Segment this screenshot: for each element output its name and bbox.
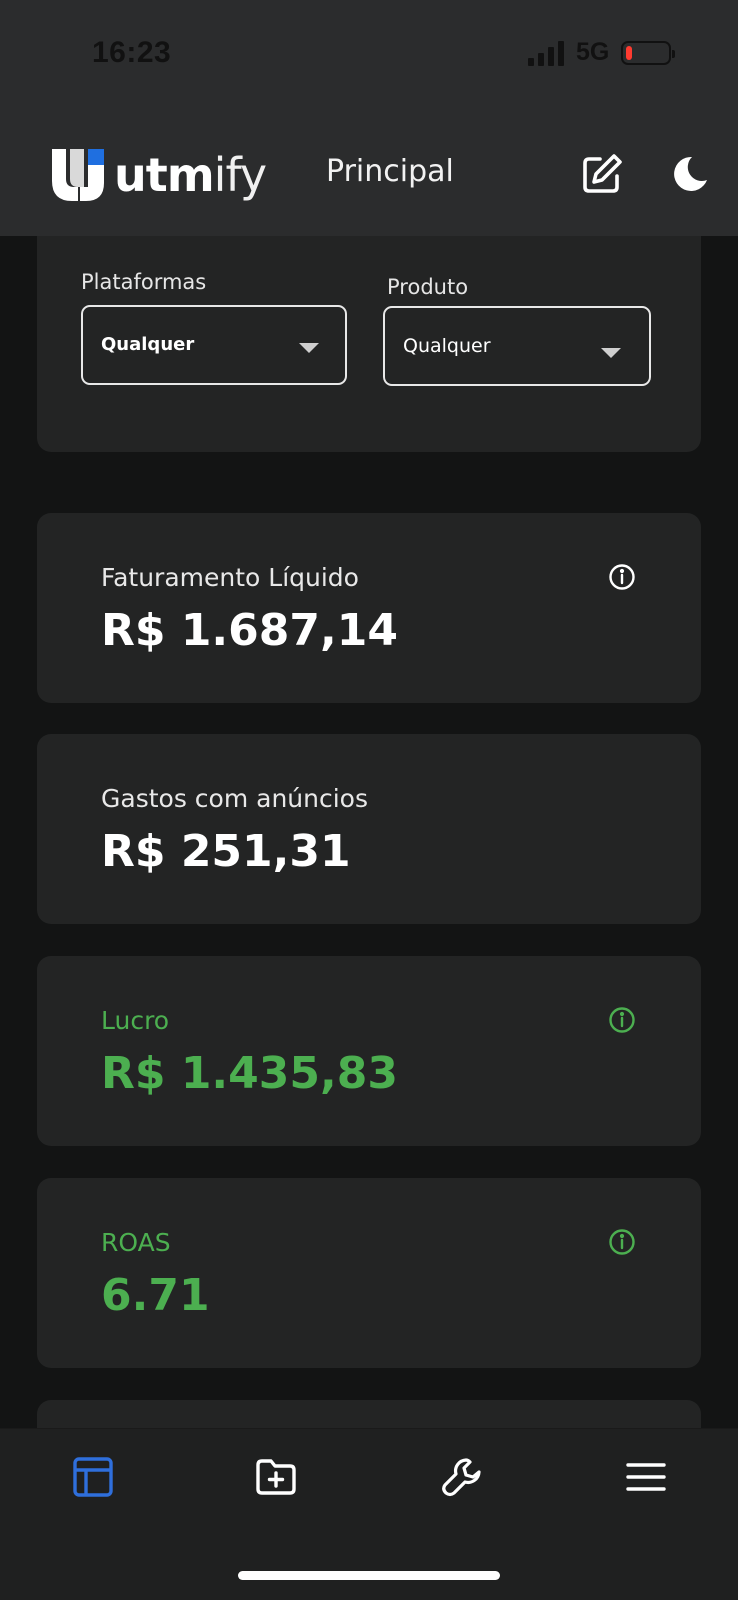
- metric-card-net-revenue: Faturamento Líquido R$ 1.687,14: [37, 513, 701, 703]
- utmify-logo-icon: [52, 149, 104, 201]
- logo-text: utmify: [114, 148, 267, 202]
- signal-icon: [528, 40, 564, 66]
- page-title: Principal: [326, 154, 454, 189]
- battery-icon: [621, 40, 676, 65]
- product-select[interactable]: Qualquer: [383, 306, 651, 386]
- metric-card-profit: Lucro R$ 1.435,83: [37, 956, 701, 1146]
- metric-label: Lucro: [101, 1006, 170, 1035]
- metric-card-ad-spend: Gastos com anúncios R$ 251,31: [37, 734, 701, 924]
- filters-card: Plataformas Qualquer Produto Qualquer: [37, 236, 701, 452]
- chevron-down-icon: [601, 348, 621, 358]
- chevron-down-icon: [299, 343, 319, 353]
- wrench-icon[interactable]: [440, 1455, 484, 1499]
- battery-level: [626, 45, 633, 60]
- platforms-label: Plataformas: [81, 270, 207, 294]
- platforms-select[interactable]: Qualquer: [81, 305, 347, 385]
- app-header: utmify Principal: [0, 112, 738, 236]
- metric-value: R$ 1.435,83: [101, 1048, 398, 1099]
- info-icon[interactable]: [608, 1006, 636, 1034]
- moon-icon[interactable]: [670, 154, 710, 194]
- folder-plus-icon[interactable]: [254, 1455, 298, 1499]
- metric-card-roas: ROAS 6.71: [37, 1178, 701, 1368]
- metric-label: Faturamento Líquido: [101, 563, 359, 592]
- info-icon[interactable]: [608, 563, 636, 591]
- status-bar: 16:23 5G: [0, 0, 738, 112]
- platforms-selected-value: Qualquer: [101, 334, 195, 355]
- metric-label: Gastos com anúncios: [101, 784, 368, 813]
- screen: 16:23 5G utmify Principal Plataformas Qu…: [0, 0, 738, 1600]
- layout-icon[interactable]: [71, 1455, 115, 1499]
- metric-value: R$ 1.687,14: [101, 605, 398, 656]
- product-label: Produto: [387, 275, 469, 299]
- status-time: 16:23: [92, 36, 172, 69]
- metric-value: 6.71: [101, 1270, 210, 1321]
- status-indicators: 5G: [528, 38, 676, 67]
- home-indicator: [238, 1571, 500, 1580]
- utmify-logo[interactable]: utmify: [52, 148, 267, 202]
- logo-text-light: ify: [213, 148, 267, 202]
- network-label: 5G: [576, 38, 610, 66]
- edit-icon[interactable]: [580, 152, 624, 196]
- info-icon[interactable]: [608, 1228, 636, 1256]
- metric-label: ROAS: [101, 1228, 171, 1257]
- hamburger-menu-icon[interactable]: [624, 1455, 668, 1499]
- product-selected-value: Qualquer: [403, 335, 491, 357]
- metric-value: R$ 251,31: [101, 826, 351, 877]
- logo-text-bold: utm: [114, 148, 215, 202]
